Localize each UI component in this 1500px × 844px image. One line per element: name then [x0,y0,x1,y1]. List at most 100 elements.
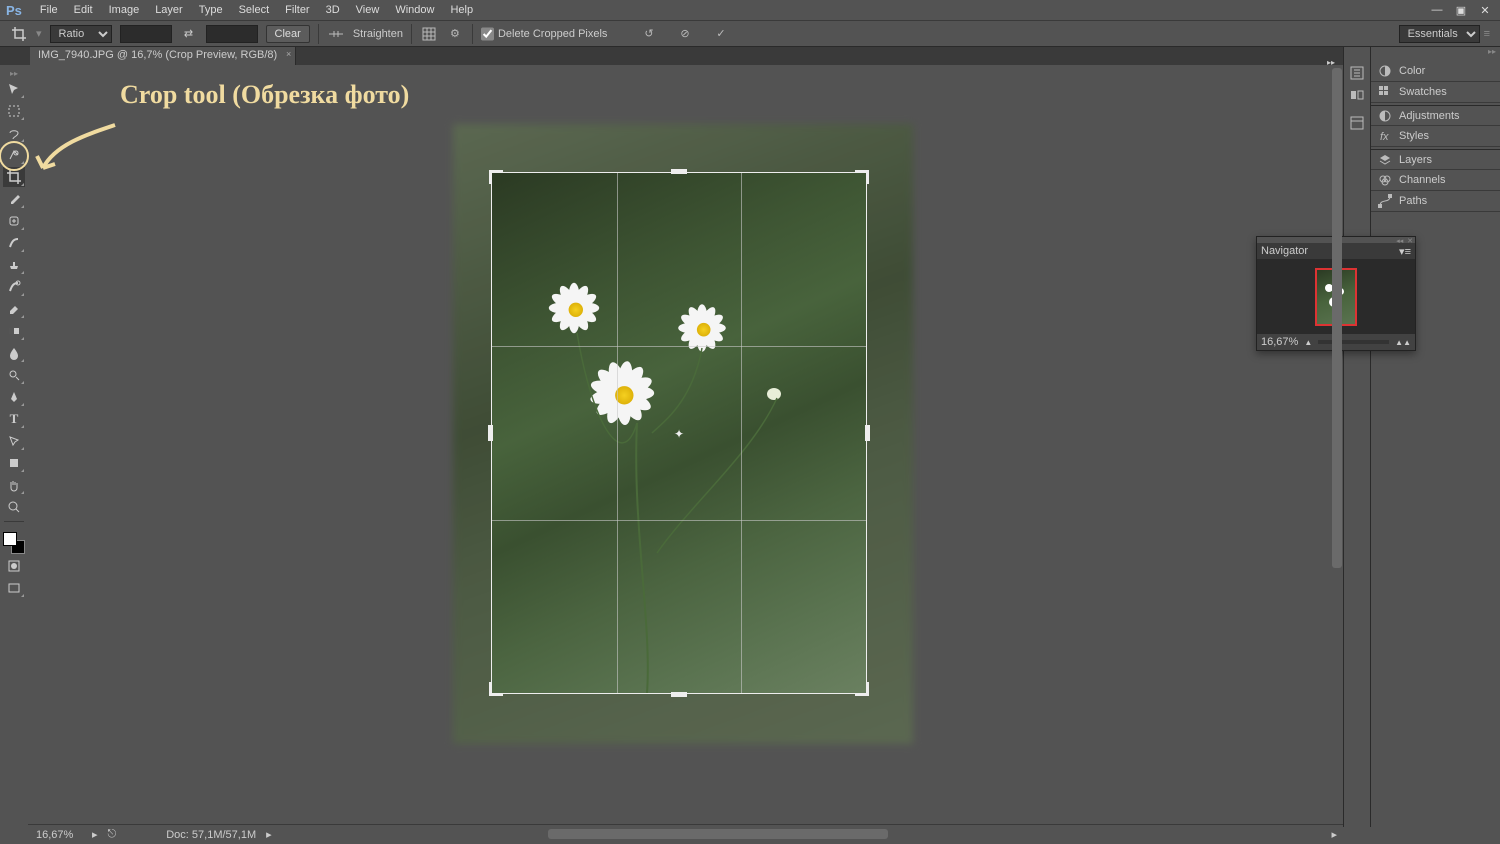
straighten-label[interactable]: Straighten [353,28,403,40]
shape-tool[interactable] [3,453,25,473]
menu-select[interactable]: Select [231,2,278,18]
crop-height-input[interactable] [206,25,258,43]
adjustments-panel-tab[interactable]: Adjustments [1371,105,1500,126]
menu-file[interactable]: File [32,2,66,18]
crop-center-icon[interactable]: ✦ [673,427,685,439]
crop-handle-bottom[interactable] [671,692,687,697]
menu-window[interactable]: Window [387,2,442,18]
crop-handle-right[interactable] [865,425,870,441]
character-panel-icon[interactable] [1346,113,1368,133]
close-tab-icon[interactable]: × [286,49,291,59]
status-arrow-icon[interactable]: ▸ [92,828,98,841]
marquee-tool[interactable] [3,101,25,121]
crop-tool[interactable] [3,167,25,187]
collapse-dock-icon[interactable]: ▸▸ [1327,58,1343,67]
history-brush-tool[interactable] [3,277,25,297]
menu-type[interactable]: Type [191,2,231,18]
window-maximize-icon[interactable]: ▣ [1452,3,1470,17]
crop-handle-br[interactable] [855,682,869,696]
annotation-label: Crop tool (Обрезка фото) [120,80,409,110]
adjustments-icon [1377,109,1393,123]
canvas-area[interactable]: ✦ [28,65,1343,820]
blur-tool[interactable] [3,343,25,363]
crop-width-input[interactable] [120,25,172,43]
eyedropper-tool[interactable] [3,189,25,209]
type-tool[interactable]: T [3,409,25,429]
crop-tool-icon[interactable] [10,25,28,43]
delete-cropped-checkbox[interactable]: Delete Cropped Pixels [481,25,607,43]
crop-settings-icon[interactable]: ⚙ [446,25,464,43]
status-menu-icon[interactable]: ▸ [266,828,272,841]
straighten-icon[interactable] [327,25,345,43]
navigator-zoom-slider[interactable] [1318,340,1389,344]
gradient-tool[interactable] [3,321,25,341]
window-minimize-icon[interactable]: — [1428,3,1446,17]
menu-bar: Ps File Edit Image Layer Type Select Fil… [0,0,1500,20]
crop-grid-line [492,346,866,347]
crop-handle-tr[interactable] [855,170,869,184]
crop-handle-top[interactable] [671,169,687,174]
crop-handle-bl[interactable] [489,682,503,696]
styles-icon: fx [1377,129,1393,143]
commit-crop-icon[interactable]: ✓ [712,25,730,43]
color-swatch[interactable] [3,532,25,554]
crop-handle-tl[interactable] [489,170,503,184]
channels-panel-tab[interactable]: Channels [1371,170,1500,191]
menu-filter[interactable]: Filter [277,2,317,18]
pen-tool[interactable] [3,387,25,407]
clear-button[interactable]: Clear [266,25,310,43]
menu-image[interactable]: Image [101,2,148,18]
status-zoom-input[interactable] [36,829,82,841]
status-export-icon[interactable]: ⎋ [108,828,117,841]
color-icon [1377,64,1393,78]
swap-dimensions-icon[interactable]: ⇄ [180,25,198,43]
menu-3d[interactable]: 3D [318,2,348,18]
reset-crop-icon[interactable]: ↺ [640,25,658,43]
zoom-out-icon[interactable]: ▲ [1304,338,1312,347]
dodge-tool[interactable] [3,365,25,385]
horizontal-scrollbar[interactable] [548,829,888,839]
healing-brush-tool[interactable] [3,211,25,231]
zoom-in-icon[interactable]: ▲▲ [1395,338,1411,347]
brush-tool[interactable] [3,233,25,253]
quick-select-tool[interactable] [3,145,25,165]
document-tab[interactable]: IMG_7940.JPG @ 16,7% (Crop Preview, RGB/… [30,47,296,65]
crop-box[interactable]: ✦ [492,173,866,693]
collapsed-panels-strip [1343,47,1371,827]
swatches-panel-tab[interactable]: Swatches [1371,82,1500,103]
properties-panel-icon[interactable] [1346,85,1368,105]
vertical-scrollbar[interactable] [1332,68,1342,568]
hand-tool[interactable] [3,475,25,495]
status-bar: ▸ ⎋ Doc: 57,1M/57,1M ▸ ▸ [28,824,1343,844]
paths-panel-tab[interactable]: Paths [1371,191,1500,212]
eraser-tool[interactable] [3,299,25,319]
grid-overlay-icon[interactable] [420,25,438,43]
menu-view[interactable]: View [348,2,388,18]
scroll-right-icon[interactable]: ▸ [1331,828,1337,841]
move-tool[interactable] [3,79,25,99]
quick-mask-tool[interactable] [3,556,25,576]
crop-ratio-select[interactable]: Ratio [50,25,112,43]
document-tab-bar: IMG_7940.JPG @ 16,7% (Crop Preview, RGB/… [0,47,1500,65]
history-panel-icon[interactable] [1346,63,1368,83]
color-panel-tab[interactable]: Color [1371,61,1500,82]
menu-layer[interactable]: Layer [147,2,191,18]
zoom-tool[interactable] [3,497,25,517]
styles-panel-tab[interactable]: fxStyles [1371,126,1500,147]
workspace-select[interactable]: Essentials [1399,25,1480,43]
navigator-zoom-value[interactable]: 16,67% [1261,336,1298,348]
menu-edit[interactable]: Edit [66,2,101,18]
cancel-crop-icon[interactable]: ⊘ [676,25,694,43]
status-doc-size: Doc: 57,1M/57,1M [166,829,256,841]
crop-handle-left[interactable] [488,425,493,441]
clone-stamp-tool[interactable] [3,255,25,275]
window-close-icon[interactable]: ✕ [1476,3,1494,17]
layers-panel-tab[interactable]: Layers [1371,149,1500,170]
panel-menu-icon[interactable]: ▾≡ [1399,245,1411,258]
options-bar: ▾ Ratio ⇄ Clear Straighten ⚙ Delete Crop… [0,20,1500,47]
menu-help[interactable]: Help [442,2,481,18]
lasso-tool[interactable] [3,123,25,143]
screen-mode-tool[interactable] [3,578,25,598]
path-select-tool[interactable] [3,431,25,451]
right-dock: ▸▸ Color Swatches Adjustments fxStyles L… [1343,47,1500,827]
